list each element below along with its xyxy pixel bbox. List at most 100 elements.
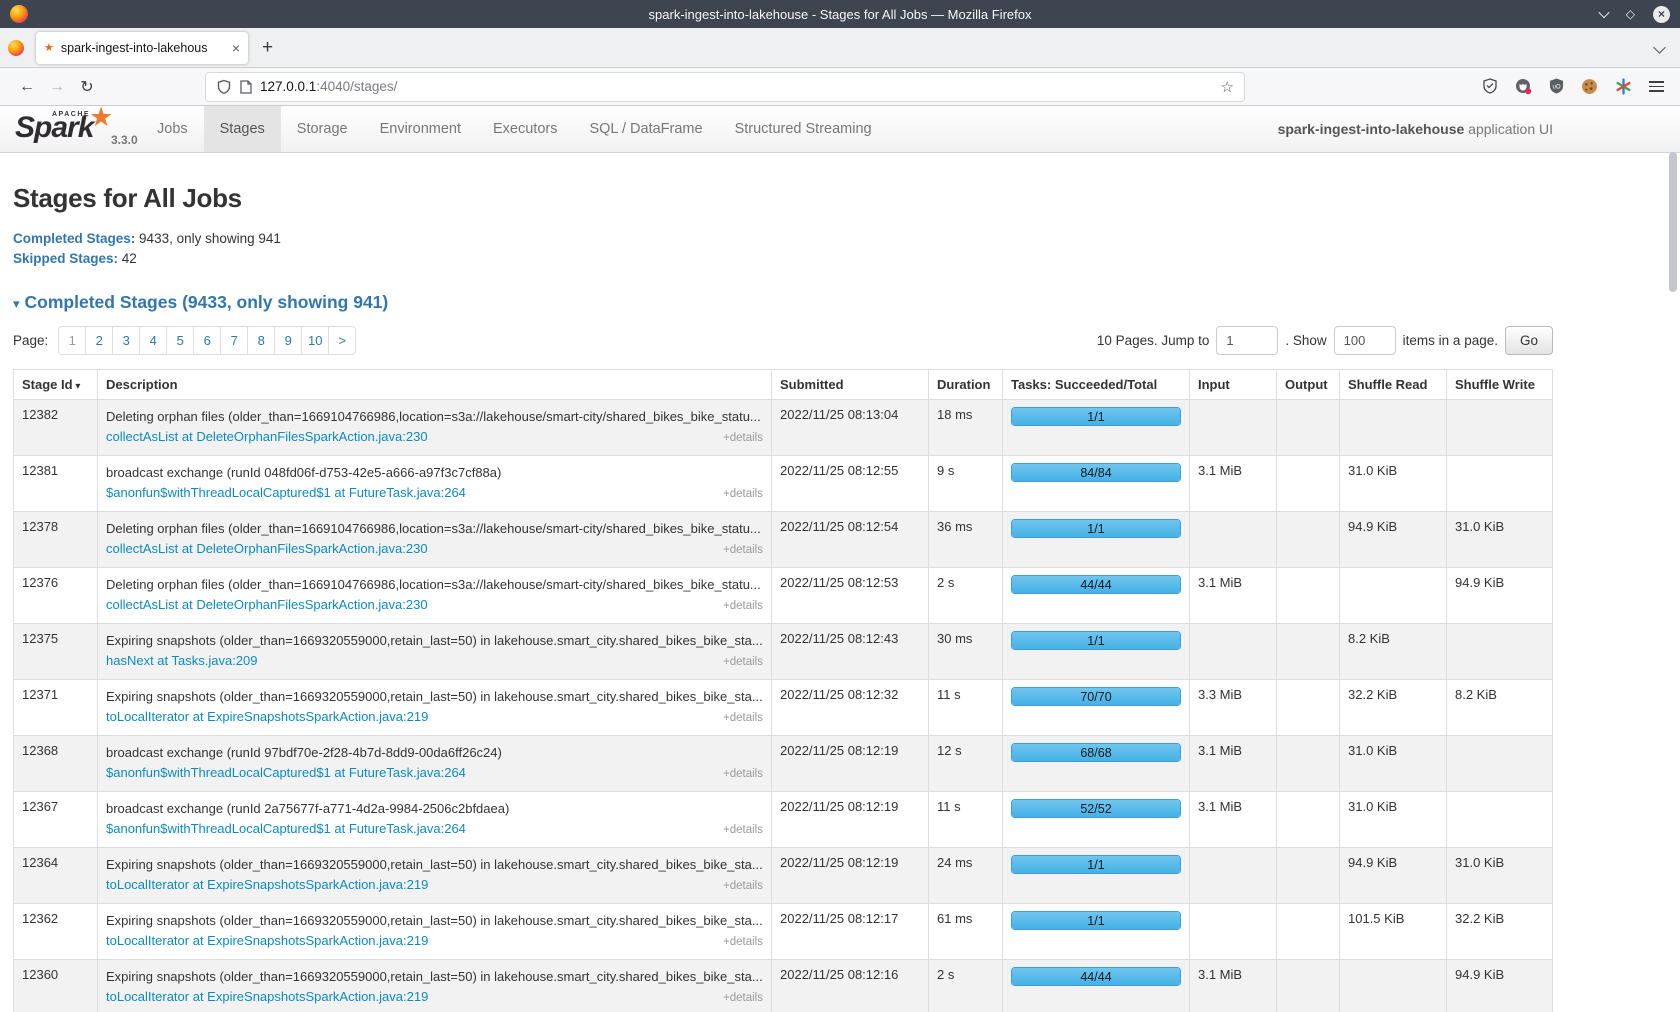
reload-button[interactable]: ↻	[72, 77, 102, 97]
browser-tab[interactable]: ★ spark-ingest-into-lakehous ×	[36, 32, 248, 64]
back-button[interactable]: ←	[12, 78, 42, 96]
window-minimize-icon[interactable]	[1598, 7, 1609, 18]
page-button-3[interactable]: 3	[112, 326, 140, 355]
tasks-progress-text: 70/70	[1012, 688, 1180, 706]
menu-button[interactable]	[1649, 78, 1664, 95]
items-per-page-input[interactable]	[1334, 326, 1396, 355]
page-button-4[interactable]: 4	[139, 326, 167, 355]
details-toggle[interactable]: +details	[723, 708, 763, 728]
tasks-progress-text: 44/44	[1012, 968, 1180, 986]
page-scrollbar[interactable]	[1666, 106, 1680, 1012]
skipped-stages-value: 42	[122, 251, 137, 266]
nav-item-storage[interactable]: Storage	[281, 106, 364, 152]
details-toggle[interactable]: +details	[723, 428, 763, 448]
window-maximize-icon[interactable]: ◇	[1626, 8, 1635, 20]
stage-callsite-link[interactable]: $anonfun$withThreadLocalCaptured$1 at Fu…	[106, 763, 466, 783]
submitted-cell: 2022/11/25 08:13:04	[772, 400, 929, 456]
spark-version: 3.3.0	[111, 133, 138, 147]
url-bar[interactable]: 127.0.0.1:4040/stages/ ☆	[205, 72, 1245, 102]
ublock-extension-icon[interactable]: uO	[1549, 78, 1564, 94]
spark-nav-list: JobsStagesStorageEnvironmentExecutorsSQL…	[141, 106, 888, 152]
column-header-tasks-succeeded-total[interactable]: Tasks: Succeeded/Total	[1003, 370, 1190, 400]
skipped-stages-label: Skipped Stages:	[13, 251, 118, 266]
stage-callsite-link[interactable]: collectAsList at DeleteOrphanFilesSparkA…	[106, 427, 428, 447]
column-header-description[interactable]: Description	[98, 370, 772, 400]
column-header-submitted[interactable]: Submitted	[772, 370, 929, 400]
page-button-2[interactable]: 2	[85, 326, 113, 355]
page-button-10[interactable]: 10	[301, 326, 329, 355]
column-header-input[interactable]: Input	[1190, 370, 1277, 400]
tasks-progress-text: 68/68	[1012, 744, 1180, 762]
nav-item-sql-dataframe[interactable]: SQL / DataFrame	[573, 106, 718, 152]
duration-cell: 9 s	[929, 456, 1003, 512]
stage-callsite-link[interactable]: hasNext at Tasks.java:209	[106, 651, 258, 671]
shuffle-read-cell: 32.2 KiB	[1340, 680, 1447, 736]
tracking-protection-shield-icon[interactable]	[216, 79, 232, 95]
nav-item-structured-streaming[interactable]: Structured Streaming	[719, 106, 888, 152]
bookmark-star-icon[interactable]: ☆	[1221, 78, 1234, 96]
nav-item-stages[interactable]: Stages	[204, 106, 281, 152]
starburst-extension-icon[interactable]	[1615, 78, 1632, 95]
new-tab-button[interactable]: +	[262, 37, 273, 59]
go-button[interactable]: Go	[1505, 326, 1553, 355]
nav-item-executors[interactable]: Executors	[477, 106, 573, 152]
page-button-8[interactable]: 8	[247, 326, 275, 355]
column-header-stage-id[interactable]: Stage Id ▾	[14, 370, 98, 400]
details-toggle[interactable]: +details	[723, 988, 763, 1008]
details-toggle[interactable]: +details	[723, 876, 763, 896]
details-toggle[interactable]: +details	[723, 596, 763, 616]
jump-to-page-input[interactable]	[1216, 326, 1278, 355]
details-toggle[interactable]: +details	[723, 764, 763, 784]
column-header-shuffle-read[interactable]: Shuffle Read	[1340, 370, 1447, 400]
column-header-duration[interactable]: Duration	[929, 370, 1003, 400]
output-cell	[1277, 568, 1340, 624]
details-toggle[interactable]: +details	[723, 932, 763, 952]
details-toggle[interactable]: +details	[723, 540, 763, 560]
input-cell: 3.1 MiB	[1190, 736, 1277, 792]
stage-callsite-link[interactable]: toLocalIterator at ExpireSnapshotsSparkA…	[106, 931, 428, 951]
column-header-shuffle-write[interactable]: Shuffle Write	[1447, 370, 1553, 400]
application-ui-label: spark-ingest-into-lakehouse application …	[1278, 106, 1553, 153]
input-cell: 3.1 MiB	[1190, 792, 1277, 848]
page-button-9[interactable]: 9	[274, 326, 302, 355]
stage-callsite-link[interactable]: collectAsList at DeleteOrphanFilesSparkA…	[106, 595, 428, 615]
stage-callsite-link[interactable]: toLocalIterator at ExpireSnapshotsSparkA…	[106, 987, 428, 1007]
details-toggle[interactable]: +details	[723, 484, 763, 504]
tasks-progress-bar: 84/84	[1011, 463, 1181, 482]
scrollbar-thumb[interactable]	[1669, 152, 1677, 292]
page-next-button[interactable]: >	[328, 326, 356, 355]
stage-callsite-link[interactable]: $anonfun$withThreadLocalCaptured$1 at Fu…	[106, 819, 466, 839]
nav-item-environment[interactable]: Environment	[364, 106, 477, 152]
page-button-6[interactable]: 6	[193, 326, 221, 355]
tasks-cell: 1/1	[1003, 904, 1190, 960]
stage-callsite-link[interactable]: toLocalIterator at ExpireSnapshotsSparkA…	[106, 707, 428, 727]
column-header-output[interactable]: Output	[1277, 370, 1340, 400]
description-cell: Expiring snapshots (older_than=166932055…	[98, 960, 772, 1012]
nav-item-jobs[interactable]: Jobs	[141, 106, 204, 152]
details-toggle[interactable]: +details	[723, 652, 763, 672]
window-close-icon[interactable]: ×	[1653, 6, 1670, 23]
spark-star-icon: ★	[89, 102, 113, 133]
list-tabs-chevron-icon[interactable]	[1653, 41, 1666, 54]
details-toggle[interactable]: +details	[723, 820, 763, 840]
stage-callsite-link[interactable]: toLocalIterator at ExpireSnapshotsSparkA…	[106, 875, 428, 895]
page-button-1[interactable]: 1	[58, 326, 86, 355]
page-button-5[interactable]: 5	[166, 326, 194, 355]
url-text[interactable]: 127.0.0.1:4040/stages/	[260, 79, 1213, 94]
tasks-progress-text: 1/1	[1012, 856, 1180, 874]
stage-callsite-link[interactable]: collectAsList at DeleteOrphanFilesSparkA…	[106, 539, 428, 559]
stage-callsite-link[interactable]: $anonfun$withThreadLocalCaptured$1 at Fu…	[106, 483, 466, 503]
mask-extension-icon[interactable]	[1515, 78, 1532, 95]
tasks-cell: 1/1	[1003, 512, 1190, 568]
shield-check-extension-icon[interactable]	[1482, 78, 1498, 94]
page-info-icon[interactable]	[240, 80, 252, 94]
pagination-row: Page: 12345678910> 10 Pages. Jump to . S…	[13, 326, 1553, 355]
stage-id-cell: 12375	[14, 624, 98, 680]
tab-bar: ★ spark-ingest-into-lakehous × +	[0, 28, 1680, 68]
page-button-7[interactable]: 7	[220, 326, 248, 355]
cookie-extension-icon[interactable]	[1581, 78, 1598, 95]
completed-stages-section-header[interactable]: ▾Completed Stages (9433, only showing 94…	[13, 292, 1680, 313]
spark-logo[interactable]: APACHE Spark ★ 3.3.0	[13, 106, 141, 152]
forward-button[interactable]: →	[42, 78, 72, 96]
tab-close-icon[interactable]: ×	[232, 40, 240, 56]
